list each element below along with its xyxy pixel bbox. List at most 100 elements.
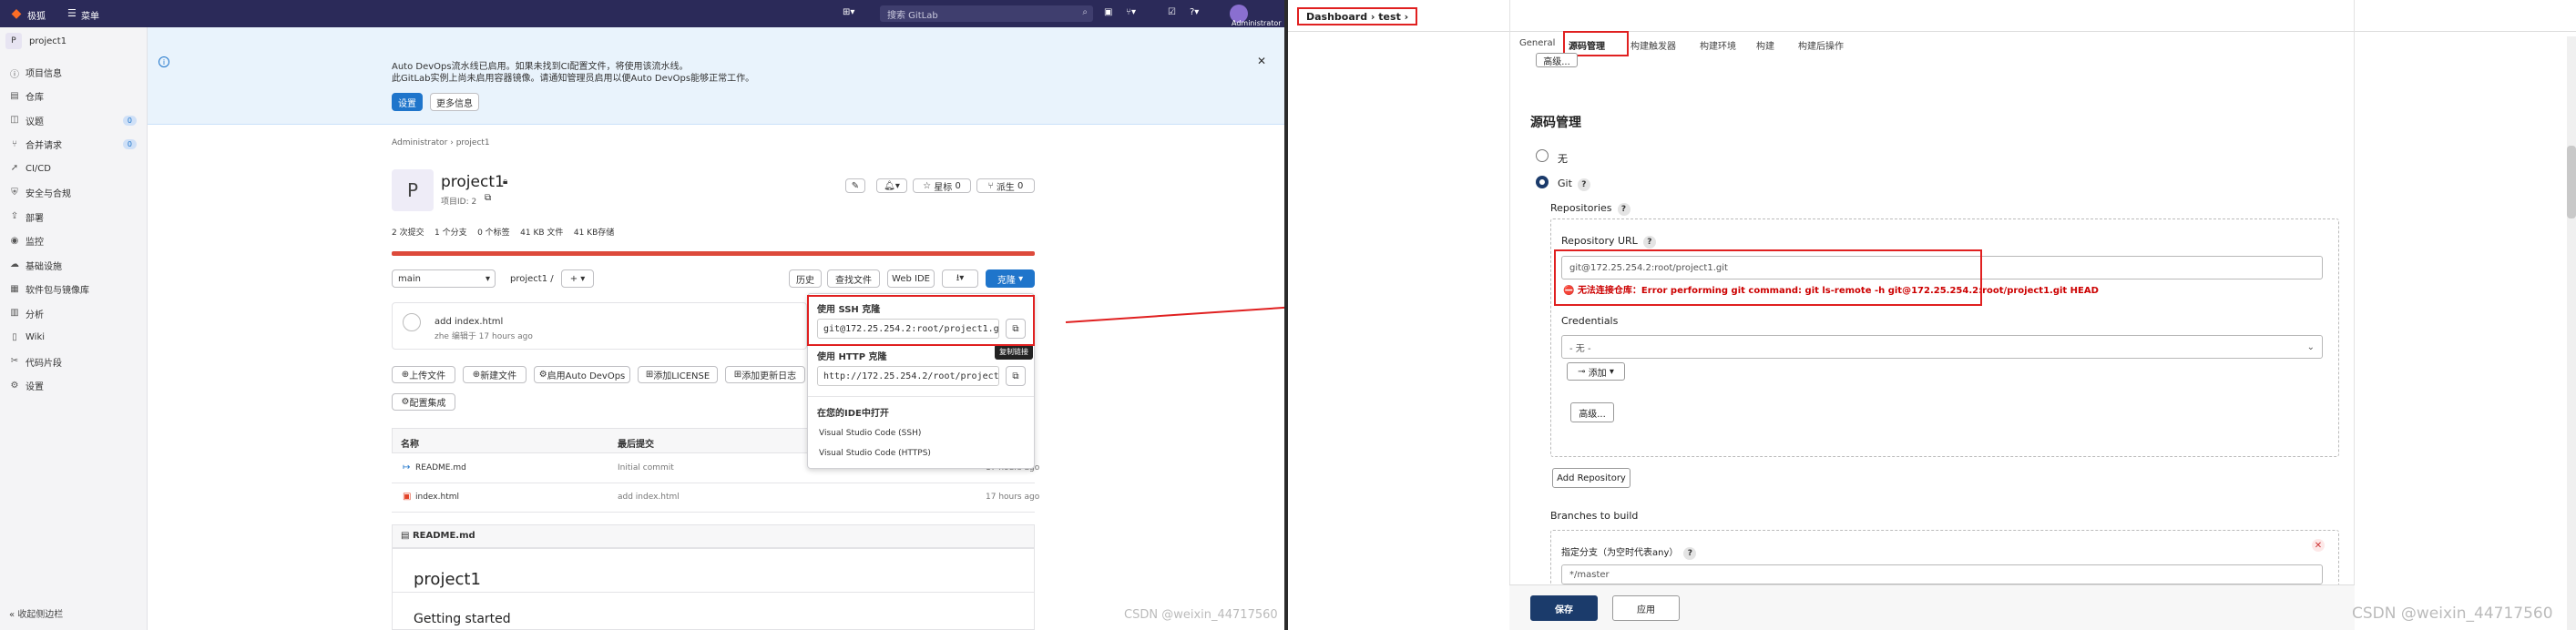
tab-2[interactable]: 构建触发器 bbox=[1630, 38, 1676, 52]
plus-icon[interactable]: ⊞▾ bbox=[843, 7, 854, 17]
delete-branch-icon[interactable]: ✕ bbox=[2312, 539, 2325, 552]
file-name[interactable]: README.md bbox=[415, 463, 466, 472]
credentials-select[interactable]: - 无 - ⌄ bbox=[1561, 335, 2323, 359]
scm-git-radio[interactable] bbox=[1536, 176, 1549, 188]
merge-request-icon: ⑂ bbox=[12, 138, 17, 149]
sidebar-project-name[interactable]: project1 bbox=[29, 36, 66, 46]
sidebar-item-1[interactable]: ▤ 仓库 bbox=[0, 86, 148, 107]
add-changelog-button[interactable]: ⊞ 添加更新日志 bbox=[725, 366, 805, 383]
commit-title[interactable]: add index.html bbox=[434, 317, 503, 327]
menu-button[interactable]: 菜单 bbox=[81, 8, 99, 22]
star-button[interactable]: ☆ 星标 0 bbox=[913, 178, 971, 193]
gitlab-logo-icon[interactable]: ◆ bbox=[9, 6, 24, 21]
sidebar-item-6[interactable]: ⇪ 部署 bbox=[0, 207, 148, 227]
col-last-commit: 最后提交 bbox=[618, 440, 654, 450]
help-top-icon[interactable]: ?▾ bbox=[1190, 7, 1199, 17]
branches-stat[interactable]: 1 个分支 bbox=[434, 229, 467, 238]
copy-id-icon[interactable]: ⧉ bbox=[485, 193, 491, 203]
sidebar-item-8[interactable]: ☁ 基础设施 bbox=[0, 255, 148, 275]
sidebar-item-label: 合并请求 bbox=[26, 141, 62, 151]
new-file-button[interactable]: ⊕ 新建文件 bbox=[463, 366, 526, 383]
clone-button[interactable]: 克隆 ▾ bbox=[986, 269, 1035, 288]
file-commit[interactable]: add index.html bbox=[618, 493, 680, 502]
sidebar-item-13[interactable]: ⚙ 设置 bbox=[0, 376, 148, 396]
http-url-input[interactable]: http://172.25.254.2/root/project1. bbox=[817, 366, 999, 386]
search-input[interactable]: 搜索 GitLab ⌕ bbox=[880, 5, 1093, 22]
breadcrumb-dashboard[interactable]: Dashboard bbox=[1306, 11, 1367, 23]
branch-spec-input[interactable]: */master bbox=[1561, 564, 2323, 584]
repo-advanced-button[interactable]: 高级... bbox=[1570, 402, 1614, 422]
sidebar-item-0[interactable]: ⓘ 项目信息 bbox=[0, 62, 148, 82]
help-icon[interactable]: ? bbox=[1683, 547, 1697, 560]
tab-5[interactable]: 构建后操作 bbox=[1798, 38, 1844, 52]
fork-button[interactable]: ⑂ 派生 0 bbox=[976, 178, 1035, 193]
scrollbar[interactable] bbox=[2567, 36, 2576, 630]
banner-settings-button[interactable]: 设置 bbox=[392, 93, 423, 111]
bell-icon[interactable]: 🔔︎▾ bbox=[876, 178, 907, 193]
branch-select[interactable]: main ▾ bbox=[392, 269, 496, 288]
html-file-icon: ▣ bbox=[403, 492, 412, 502]
issues-top-icon[interactable]: ▣ bbox=[1104, 7, 1112, 17]
deploy-icon: ⇪ bbox=[10, 211, 19, 221]
add-repository-button[interactable]: Add Repository bbox=[1552, 468, 1630, 488]
download-button[interactable]: ⭳▾ bbox=[942, 269, 978, 288]
find-file-button[interactable]: 查找文件 bbox=[827, 269, 880, 288]
sidebar-item-10[interactable]: ▥ 分析 bbox=[0, 303, 148, 323]
add-credentials-button[interactable]: ⊸ 添加 ▾ bbox=[1567, 362, 1625, 381]
sidebar-item-5[interactable]: ⛨ 安全与合规 bbox=[0, 183, 148, 203]
add-dropdown-button[interactable]: + ▾ bbox=[561, 269, 594, 288]
merge-top-icon[interactable]: ⑂▾ bbox=[1126, 7, 1136, 17]
file-commit[interactable]: Initial commit bbox=[618, 463, 674, 472]
tab-0[interactable]: General bbox=[1519, 38, 1555, 48]
sidebar-item-7[interactable]: ◉ 监控 bbox=[0, 231, 148, 251]
save-button[interactable]: 保存 bbox=[1530, 595, 1598, 621]
readme-header bbox=[392, 524, 1035, 548]
fork-count: 0 bbox=[1017, 180, 1024, 191]
ssh-highlight-box bbox=[807, 295, 1035, 346]
files-stat[interactable]: 41 KB 文件 bbox=[520, 229, 563, 238]
help-icon[interactable]: ? bbox=[1642, 236, 1656, 249]
enable-auto-devops-button[interactable]: ⚙ 启用Auto DevOps bbox=[534, 366, 630, 383]
breadcrumb-job[interactable]: test bbox=[1378, 11, 1401, 23]
help-icon[interactable]: ? bbox=[1577, 178, 1590, 191]
star-label: 星标 bbox=[934, 182, 953, 193]
tab-4[interactable]: 构建 bbox=[1756, 38, 1774, 52]
advanced-top-button[interactable]: 高级... bbox=[1536, 53, 1578, 67]
key-icon: ⊸ bbox=[1578, 366, 1586, 377]
rocket-icon: ➚ bbox=[10, 163, 19, 173]
tags-stat[interactable]: 0 个标签 bbox=[477, 229, 510, 238]
project-avatar[interactable]: P bbox=[5, 33, 22, 49]
copy-http-button[interactable]: ⧉ bbox=[1006, 366, 1026, 386]
collapse-sidebar-button[interactable]: « 收起侧边栏 bbox=[9, 606, 63, 620]
sidebar-item-2[interactable]: ◫ 议题 0 bbox=[0, 110, 148, 130]
commits-stat[interactable]: 2 次提交 bbox=[392, 229, 424, 238]
file-name[interactable]: index.html bbox=[415, 493, 459, 502]
notification-icon[interactable]: ✎ bbox=[845, 178, 865, 193]
add-license-button[interactable]: ⊞ 添加LICENSE bbox=[638, 366, 718, 383]
breadcrumb-project[interactable]: project1 bbox=[456, 138, 490, 147]
menu-icon[interactable]: ☰ bbox=[67, 7, 77, 19]
banner-more-info-button[interactable]: 更多信息 bbox=[430, 93, 479, 111]
vscode-https-item[interactable]: Visual Studio Code (HTTPS) bbox=[819, 449, 931, 458]
readme-heading: project1 bbox=[414, 570, 481, 589]
help-icon[interactable]: ? bbox=[1617, 203, 1630, 216]
history-button[interactable]: 历史 bbox=[789, 269, 822, 288]
apply-button[interactable]: 应用 bbox=[1612, 595, 1680, 621]
logo-text[interactable]: 极狐 bbox=[27, 8, 46, 22]
sidebar-item-4[interactable]: ➚ CI/CD bbox=[0, 158, 148, 178]
configure-integrations-button[interactable]: ⚙ 配置集成 bbox=[392, 393, 455, 411]
sidebar-item-12[interactable]: ✂ 代码片段 bbox=[0, 351, 148, 371]
vscode-ssh-item[interactable]: Visual Studio Code (SSH) bbox=[819, 429, 921, 438]
sidebar-item-11[interactable]: ▯ Wiki bbox=[0, 328, 148, 348]
sidebar-item-3[interactable]: ⑂ 合并请求 0 bbox=[0, 135, 148, 155]
upload-file-button[interactable]: ⊕ 上传文件 bbox=[392, 366, 455, 383]
web-ide-button[interactable]: Web IDE bbox=[887, 269, 935, 288]
sidebar-item-9[interactable]: ▦ 软件包与镜像库 bbox=[0, 279, 148, 300]
scrollbar-thumb[interactable] bbox=[2567, 146, 2576, 218]
tab-3[interactable]: 构建环境 bbox=[1700, 38, 1736, 52]
close-icon[interactable]: ✕ bbox=[1257, 55, 1266, 67]
scm-none-radio[interactable] bbox=[1536, 149, 1549, 162]
todo-top-icon[interactable]: ☑ bbox=[1168, 7, 1176, 17]
storage-stat[interactable]: 41 KB存储 bbox=[574, 229, 614, 238]
breadcrumb-owner[interactable]: Administrator bbox=[392, 138, 447, 147]
